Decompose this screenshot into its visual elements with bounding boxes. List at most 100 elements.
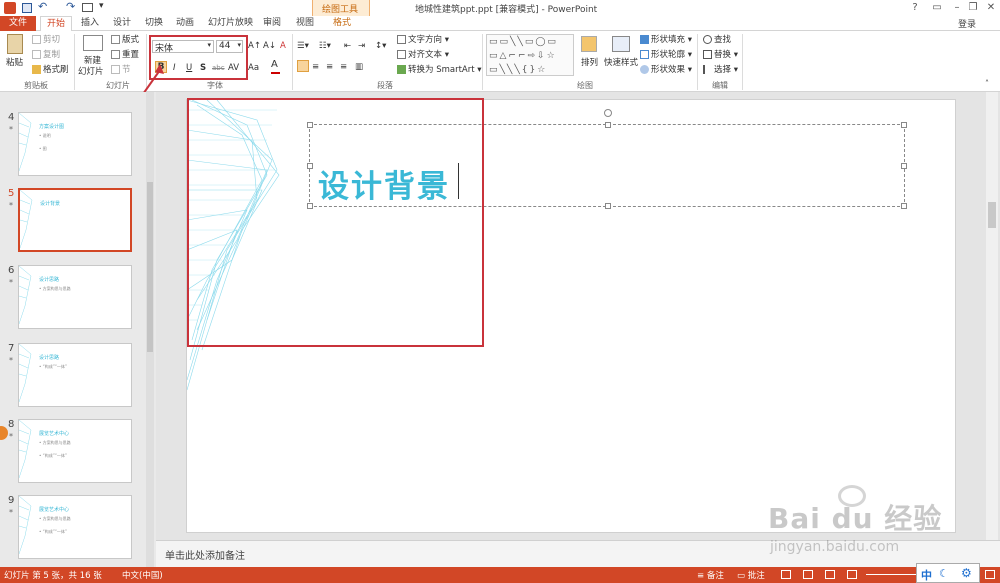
language-indicator[interactable]: 中文(中国) xyxy=(122,569,163,581)
resize-handle[interactable] xyxy=(901,203,907,209)
shapes-gallery[interactable]: ▭▭╲╲▭◯▭ ▭△⌐⌐⇨⇩☆ ▭╲╲╲{}☆ xyxy=(486,34,574,76)
slideshow-view-icon[interactable] xyxy=(847,570,857,579)
close-button[interactable]: ✕ xyxy=(984,2,998,13)
moon-icon[interactable]: ☾ xyxy=(939,567,949,580)
tab-home[interactable]: 开始 xyxy=(40,16,72,31)
tab-review[interactable]: 审阅 xyxy=(263,17,281,30)
select-label: 选择 xyxy=(714,65,732,75)
collapse-ribbon-icon[interactable]: ˄ xyxy=(985,79,989,88)
notes-placeholder[interactable]: 单击此处添加备注 xyxy=(165,547,245,562)
resize-handle[interactable] xyxy=(605,122,611,128)
restore-button[interactable]: ❐ xyxy=(966,2,980,13)
grow-font-icon[interactable]: A↑ xyxy=(248,40,261,52)
tab-animations[interactable]: 动画 xyxy=(176,17,194,30)
help-icon[interactable]: ? xyxy=(908,2,922,13)
login-link[interactable]: 登录 xyxy=(958,17,976,30)
find-label: 查找 xyxy=(714,35,732,45)
ime-toolbar[interactable]: 中 ☾ ⚙ xyxy=(916,563,980,583)
numbering-icon[interactable]: ☷▾ xyxy=(319,40,331,52)
slide-thumbnail[interactable]: 设计思路 • “构成”“一体” xyxy=(18,343,132,407)
main-scrollbar[interactable] xyxy=(986,92,998,540)
fit-slide-icon[interactable] xyxy=(985,570,995,579)
tab-design[interactable]: 设计 xyxy=(113,17,131,30)
bullets-icon[interactable]: ☰▾ xyxy=(297,40,309,52)
align-text-button[interactable]: 对齐文本 ▾ xyxy=(397,49,449,61)
align-left-icon[interactable] xyxy=(297,60,309,72)
main-scrollbar-thumb[interactable] xyxy=(988,202,996,228)
save-icon[interactable] xyxy=(22,3,32,13)
rotate-handle[interactable] xyxy=(604,109,612,117)
thumb-building-illustration xyxy=(19,420,32,479)
select-button[interactable]: 选择 ▾ xyxy=(703,64,738,76)
scissors-icon xyxy=(32,35,41,44)
slide-thumbnail[interactable]: 展览艺术中心 • 方案构思与思路 • “构成”“一体” xyxy=(18,419,132,483)
notes-button[interactable]: ≡ 备注 xyxy=(697,569,724,581)
resize-handle[interactable] xyxy=(901,163,907,169)
tab-insert[interactable]: 插入 xyxy=(81,17,99,30)
shape-fill-button[interactable]: 形状填充 ▾ xyxy=(640,34,692,46)
slide-thumbnail[interactable]: 设计思路 • 方案构思与思路 xyxy=(18,265,132,329)
new-slide-label-2[interactable]: 幻灯片 xyxy=(78,66,104,78)
slide-thumbnail[interactable]: 方案设计图 • 说明 • 图 xyxy=(18,112,132,176)
comments-button[interactable]: ▭ 批注 xyxy=(737,569,765,581)
arrange-icon[interactable] xyxy=(581,36,597,52)
tab-file[interactable]: 文件 xyxy=(0,16,36,31)
copy-button[interactable]: 复制 xyxy=(32,49,60,61)
text-direction-button[interactable]: 文字方向 ▾ xyxy=(397,34,449,46)
shape-effects-button[interactable]: 形状效果 ▾ xyxy=(640,64,692,76)
tab-view[interactable]: 视图 xyxy=(296,17,314,30)
find-button[interactable]: 查找 xyxy=(703,34,731,46)
reading-view-icon[interactable] xyxy=(825,570,835,579)
paste-icon[interactable] xyxy=(7,34,23,54)
tab-transitions[interactable]: 切换 xyxy=(145,17,163,30)
thumb-building-illustration xyxy=(19,496,32,555)
new-slide-icon[interactable] xyxy=(83,35,103,51)
align-center-icon[interactable]: ≡ xyxy=(312,61,319,73)
scrollbar-thumb[interactable] xyxy=(147,182,153,352)
slide-sorter-icon[interactable] xyxy=(803,570,813,579)
tab-format[interactable]: 格式 xyxy=(333,17,351,30)
shape-outline-button[interactable]: 形状轮廓 ▾ xyxy=(640,49,692,61)
justify-icon[interactable]: ≡ xyxy=(340,61,347,73)
animation-star-icon: * xyxy=(9,508,13,517)
thumbnail-bullet: • 方案构思与思路 xyxy=(39,516,71,521)
change-case-button[interactable]: Aa xyxy=(248,62,259,74)
font-color-button[interactable]: A xyxy=(271,59,280,74)
gear-icon[interactable]: ⚙ xyxy=(961,566,972,580)
cut-button[interactable]: 剪切 xyxy=(32,34,60,46)
minimize-button[interactable]: – xyxy=(950,2,964,13)
separator xyxy=(74,34,75,90)
undo-icon[interactable]: ↶ xyxy=(38,0,47,13)
increase-indent-icon[interactable]: ⇥ xyxy=(358,40,365,52)
customize-qat-icon[interactable]: ▾ xyxy=(99,1,104,11)
align-right-icon[interactable]: ≡ xyxy=(326,61,333,73)
effects-icon xyxy=(640,65,649,74)
quick-styles-icon[interactable] xyxy=(612,36,630,52)
format-painter-button[interactable]: 格式刷 xyxy=(32,64,69,76)
paste-button[interactable]: 粘贴 xyxy=(6,57,23,69)
decrease-indent-icon[interactable]: ⇤ xyxy=(344,40,351,52)
layout-button[interactable]: 版式 xyxy=(111,34,139,46)
line-spacing-icon[interactable]: ↕▾ xyxy=(375,40,386,52)
resize-handle[interactable] xyxy=(901,122,907,128)
redo-icon[interactable]: ↷ xyxy=(66,0,75,13)
section-button[interactable]: 节 xyxy=(111,64,131,76)
arrange-button[interactable]: 排列 xyxy=(581,57,598,69)
slideshow-icon[interactable] xyxy=(82,3,93,12)
columns-icon[interactable]: ▥ xyxy=(355,61,363,73)
resize-handle[interactable] xyxy=(605,203,611,209)
zoom-slider[interactable] xyxy=(866,574,916,575)
tab-slideshow[interactable]: 幻灯片放映 xyxy=(208,17,253,30)
smartart-button[interactable]: 转换为 SmartArt ▾ xyxy=(397,64,482,76)
replace-button[interactable]: 替换 ▾ xyxy=(703,49,738,61)
normal-view-icon[interactable] xyxy=(781,570,791,579)
ime-chinese[interactable]: 中 xyxy=(921,567,932,583)
quick-styles-button[interactable]: 快速样式 xyxy=(604,57,638,69)
shrink-font-icon[interactable]: A↓ xyxy=(263,40,276,52)
slide-thumbnail[interactable]: 设计背景 xyxy=(18,188,132,252)
replace-icon xyxy=(703,50,712,59)
slide-thumbnail[interactable]: 展览艺术中心 • 方案构思与思路 • “构成”“一体” xyxy=(18,495,132,559)
ribbon-display-icon[interactable]: ▭ xyxy=(930,2,944,13)
clear-format-icon[interactable]: A xyxy=(280,40,286,52)
thumbnail-scrollbar[interactable] xyxy=(146,92,154,567)
